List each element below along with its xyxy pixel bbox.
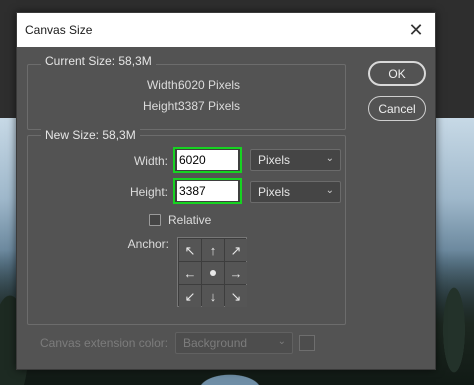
anchor-bottom-right[interactable]: ↘ xyxy=(225,285,247,307)
anchor-right[interactable]: → xyxy=(225,262,247,284)
ok-button[interactable]: OK xyxy=(368,61,426,86)
height-unit-select[interactable]: Pixels ⌄ xyxy=(250,181,341,203)
anchor-center[interactable] xyxy=(202,262,224,284)
relative-checkbox[interactable] xyxy=(149,214,161,226)
height-unit-value: Pixels xyxy=(258,185,291,199)
width-unit-value: Pixels xyxy=(258,153,291,167)
current-size-legend: Current Size: 58,3M xyxy=(41,54,156,68)
width-field[interactable] xyxy=(173,147,242,173)
anchor-left[interactable]: ← xyxy=(179,262,201,284)
chevron-down-icon: ⌄ xyxy=(277,336,286,347)
canvas-size-dialog: Canvas Size ✕ Current Size: 58,3M Width:… xyxy=(16,12,436,370)
new-size-legend: New Size: 58,3M xyxy=(41,128,140,142)
anchor-grid: ↖ ↑ ↗ ← → ↙ ↓ ↘ xyxy=(177,237,247,307)
new-width-label: Width: xyxy=(133,154,168,168)
anchor-top[interactable]: ↑ xyxy=(202,239,224,261)
height-field[interactable] xyxy=(173,178,242,204)
relative-label: Relative xyxy=(168,213,212,227)
cancel-button[interactable]: Cancel xyxy=(368,96,426,121)
anchor-bottom[interactable]: ↓ xyxy=(202,285,224,307)
anchor-top-left[interactable]: ↖ xyxy=(179,239,201,261)
dialog-title: Canvas Size xyxy=(25,23,93,37)
anchor-top-right[interactable]: ↗ xyxy=(225,239,247,261)
current-height-label: Height: xyxy=(142,99,181,113)
anchor-label: Anchor: xyxy=(127,237,169,251)
extension-color-swatch[interactable] xyxy=(299,335,315,351)
chevron-down-icon: ⌄ xyxy=(325,185,334,196)
extension-color-select[interactable]: Background ⌄ xyxy=(175,332,293,354)
current-width-label: Width: xyxy=(146,78,181,92)
close-icon[interactable]: ✕ xyxy=(403,17,429,43)
current-height-value: 3387 Pixels xyxy=(178,99,241,113)
current-width-value: 6020 Pixels xyxy=(178,78,241,92)
extension-color-label: Canvas extension color: xyxy=(40,336,169,350)
chevron-down-icon: ⌄ xyxy=(325,153,334,164)
extension-color-value: Background xyxy=(183,336,248,350)
width-unit-select[interactable]: Pixels ⌄ xyxy=(250,149,341,171)
width-input[interactable] xyxy=(177,150,238,170)
anchor-bottom-left[interactable]: ↙ xyxy=(179,285,201,307)
current-size-group xyxy=(27,64,346,130)
height-input[interactable] xyxy=(177,181,238,201)
dialog-titlebar[interactable]: Canvas Size ✕ xyxy=(17,13,435,47)
new-height-label: Height: xyxy=(129,185,168,199)
anchor-dot-icon xyxy=(210,270,216,276)
